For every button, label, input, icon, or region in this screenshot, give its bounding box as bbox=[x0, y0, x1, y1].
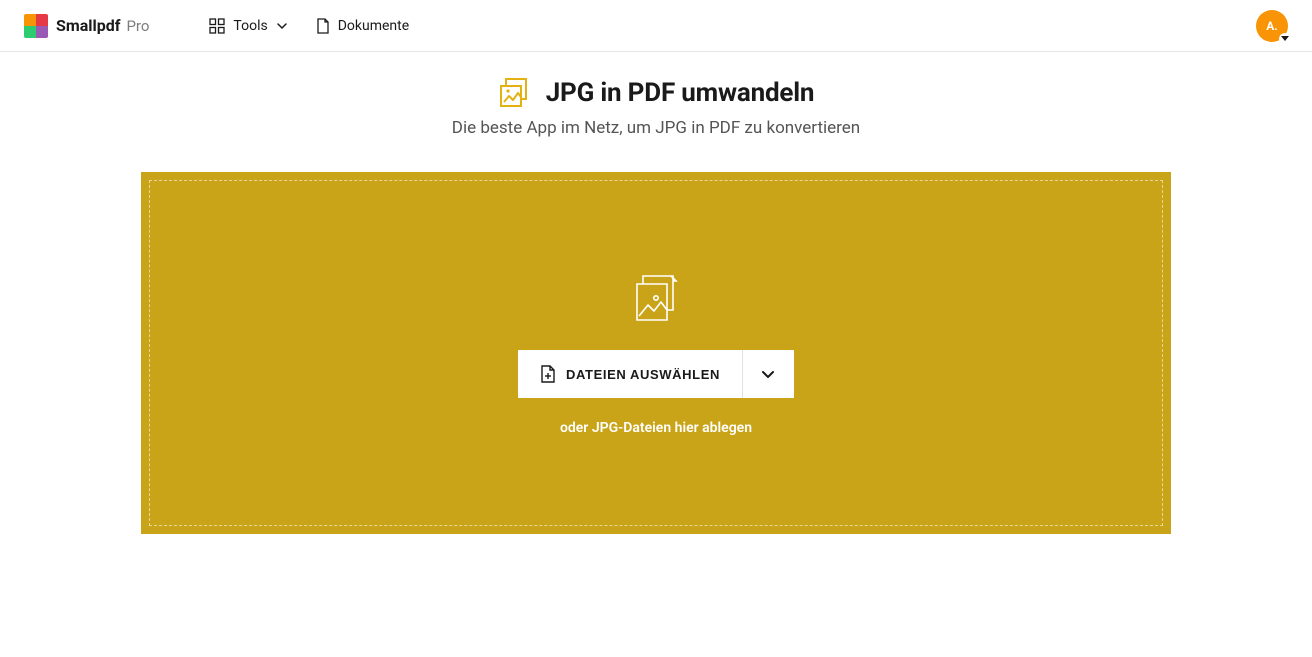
avatar-initial: A. bbox=[1266, 19, 1278, 33]
chevron-down-icon bbox=[276, 20, 288, 32]
user-avatar[interactable]: A. bbox=[1256, 10, 1288, 42]
main-content: JPG in PDF umwandeln Die beste App im Ne… bbox=[0, 52, 1312, 534]
brand-suffix: Pro bbox=[126, 17, 149, 35]
chevron-down-icon bbox=[760, 366, 776, 382]
file-plus-icon bbox=[540, 365, 556, 383]
brand-logo[interactable]: Smallpdf Pro bbox=[24, 14, 149, 38]
nav-documents[interactable]: Dokumente bbox=[316, 18, 409, 34]
app-header: Smallpdf Pro Tools Dokumente bbox=[0, 0, 1312, 52]
caret-down-icon bbox=[1279, 33, 1291, 45]
nav-documents-label: Dokumente bbox=[338, 18, 409, 34]
image-stack-icon bbox=[627, 270, 685, 328]
file-select-row: DATEIEN AUSWÄHLEN bbox=[518, 350, 794, 398]
page-subtitle: Die beste App im Netz, um JPG in PDF zu … bbox=[452, 118, 860, 138]
brand-name: Smallpdf bbox=[56, 16, 120, 35]
nav-tools[interactable]: Tools bbox=[209, 18, 287, 34]
grid-icon bbox=[209, 18, 225, 34]
dropzone-hint: oder JPG-Dateien hier ablegen bbox=[560, 420, 752, 436]
nav-tools-label: Tools bbox=[233, 18, 267, 34]
jpg-to-pdf-icon bbox=[498, 76, 532, 110]
choose-files-label: DATEIEN AUSWÄHLEN bbox=[566, 367, 720, 382]
dropzone[interactable]: DATEIEN AUSWÄHLEN oder JPG-Dateien hier … bbox=[141, 172, 1171, 534]
dropzone-inner: DATEIEN AUSWÄHLEN oder JPG-Dateien hier … bbox=[149, 180, 1163, 526]
header-nav: Tools Dokumente bbox=[209, 18, 409, 34]
document-icon bbox=[316, 18, 330, 34]
choose-files-dropdown[interactable] bbox=[742, 350, 794, 398]
choose-files-button[interactable]: DATEIEN AUSWÄHLEN bbox=[518, 350, 742, 398]
page-heading: JPG in PDF umwandeln bbox=[498, 76, 815, 110]
page-title: JPG in PDF umwandeln bbox=[546, 78, 815, 108]
logo-icon bbox=[24, 14, 48, 38]
